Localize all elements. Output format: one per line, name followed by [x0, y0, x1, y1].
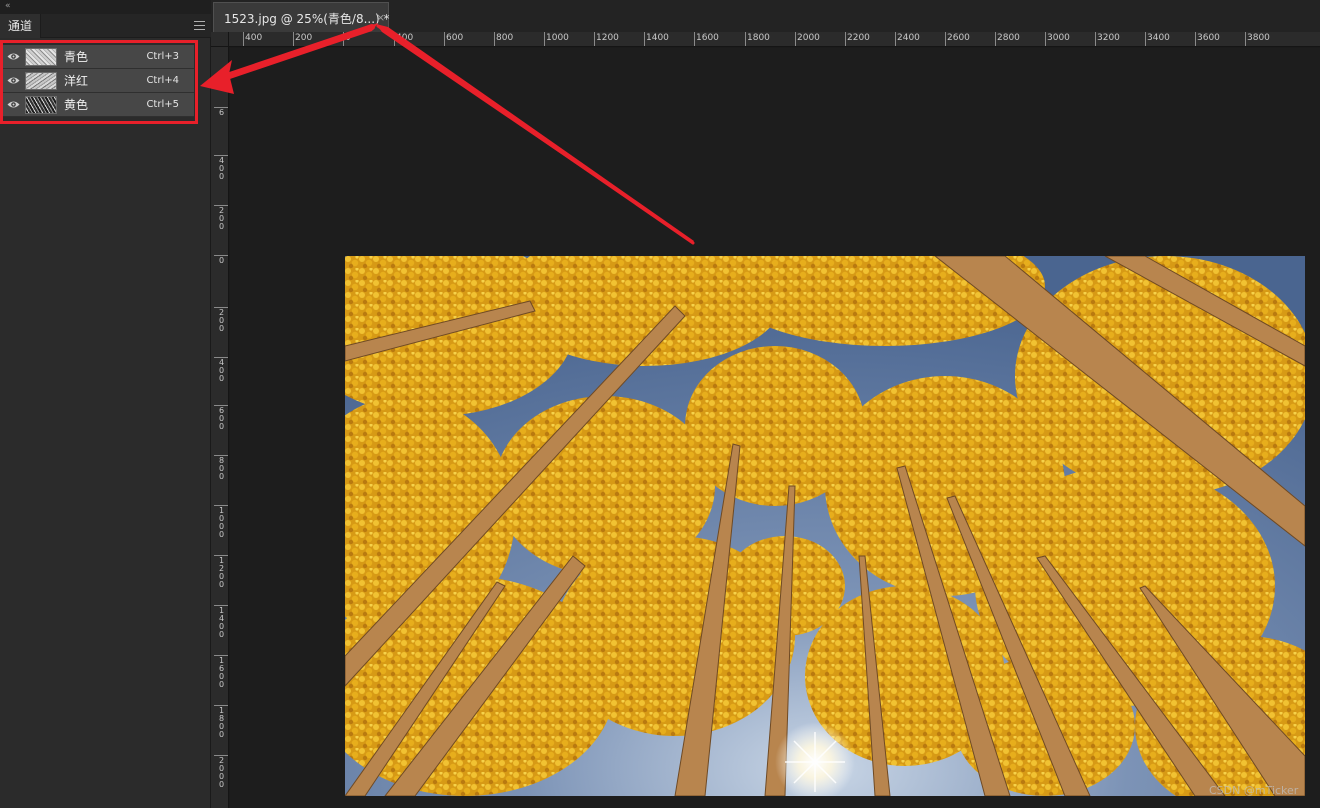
ruler-tick — [214, 555, 228, 556]
ruler-tick — [795, 32, 796, 46]
ruler-tick-label: 2600 — [947, 33, 970, 43]
ruler-tick-label: 2000 — [219, 756, 225, 789]
ruler-tick — [214, 755, 228, 756]
ruler-tick — [594, 32, 595, 46]
ruler-tick — [214, 155, 228, 156]
tab-channels[interactable]: 通道 — [0, 14, 42, 38]
document-tab[interactable]: 1523.jpg @ 25%(青色/8...) * × — [213, 2, 390, 32]
annotation-highlight-box — [0, 40, 198, 124]
ruler-tick-label: 400 — [245, 33, 263, 43]
ruler-tick-label: 1200 — [596, 33, 619, 43]
ruler-tick-label: 200 — [219, 206, 225, 231]
ruler-tick-label: 1400 — [646, 33, 669, 43]
close-icon[interactable]: × — [376, 11, 385, 24]
ruler-tick — [644, 32, 645, 46]
double-chevron-left-icon[interactable]: « — [5, 1, 11, 11]
ruler-tick-label: 3200 — [1097, 33, 1120, 43]
ruler-tick — [243, 32, 244, 46]
document-tab-bar: 1523.jpg @ 25%(青色/8...) * × — [211, 0, 1320, 32]
ruler-tick — [214, 455, 228, 456]
ruler-tick — [214, 307, 228, 308]
ruler-tick-label: 400 — [219, 358, 225, 383]
ruler-tick-label: 600 — [446, 33, 464, 43]
ruler-tick — [293, 32, 294, 46]
ruler-tick — [845, 32, 846, 46]
ruler-tick — [895, 32, 896, 46]
ruler-tick — [1045, 32, 1046, 46]
ruler-tick — [1095, 32, 1096, 46]
ruler-tick — [544, 32, 545, 46]
ruler-tick — [1195, 32, 1196, 46]
ruler-tick-label: 6 — [219, 108, 225, 117]
ruler-tick — [394, 32, 395, 46]
ruler-tick-label: 1000 — [219, 506, 225, 539]
ruler-tick — [214, 705, 228, 706]
ruler-tick — [214, 107, 228, 108]
ruler-tick-label: 1800 — [747, 33, 770, 43]
ruler-tick-label: 1200 — [219, 556, 225, 589]
ruler-tick-label: 1600 — [219, 656, 225, 689]
ruler-tick-label: 2400 — [897, 33, 920, 43]
ruler-tick-label: 1400 — [219, 606, 225, 639]
ruler-origin-corner[interactable] — [211, 32, 229, 47]
panel-topbar: « — [0, 0, 211, 14]
ruler-tick-label: 2800 — [997, 33, 1020, 43]
ruler-tick — [214, 255, 228, 256]
ruler-tick — [694, 32, 695, 46]
ruler-tick — [214, 605, 228, 606]
ruler-tick — [444, 32, 445, 46]
ruler-tick-label: 1600 — [696, 33, 719, 43]
ruler-tick-label: 800 — [496, 33, 514, 43]
ruler-tick — [214, 655, 228, 656]
ruler-tick-label: 3000 — [1047, 33, 1070, 43]
document-image[interactable] — [345, 256, 1305, 796]
ruler-tick — [214, 505, 228, 506]
ruler-tick-label: 800 — [219, 456, 225, 481]
ruler-tick-label: 200 — [295, 33, 313, 43]
ruler-tick-label: 2000 — [797, 33, 820, 43]
ruler-tick — [945, 32, 946, 46]
ruler-tick — [1245, 32, 1246, 46]
ruler-tick — [1145, 32, 1146, 46]
ruler-tick — [494, 32, 495, 46]
ruler-tick-label: 1000 — [546, 33, 569, 43]
ruler-tick-label: 3800 — [1247, 33, 1270, 43]
ruler-tick-label: 200 — [219, 308, 225, 333]
ruler-tick-label: 1800 — [219, 706, 225, 739]
ruler-tick-label: 400 — [396, 33, 414, 43]
ruler-tick-label: 2200 — [847, 33, 870, 43]
horizontal-ruler[interactable]: 400 200 0 400 600 800 1000 1200 1400 1600 1800 2000… — [211, 32, 1320, 47]
ruler-tick — [995, 32, 996, 46]
ruler-tick-label: 3600 — [1197, 33, 1220, 43]
watermark: CSDN @mTicker — [1209, 784, 1299, 797]
ruler-tick — [214, 405, 228, 406]
ruler-tick — [214, 205, 228, 206]
ruler-tick-label: 600 — [219, 406, 225, 431]
ruler-tick — [214, 357, 228, 358]
ruler-tick-label: 400 — [219, 156, 225, 181]
ruler-tick-label: 3400 — [1147, 33, 1170, 43]
ruler-tick-label: 0 — [219, 256, 225, 265]
ruler-tick-label: 0 — [345, 33, 351, 43]
hamburger-menu-icon[interactable] — [194, 21, 205, 30]
vertical-ruler[interactable]: 6 400 200 0 200 400 600 800 1000 1200 1400 1600 1800… — [211, 47, 229, 808]
panel-tab-bar: 通道 — [0, 14, 211, 38]
ruler-tick — [343, 32, 344, 46]
ruler-tick — [745, 32, 746, 46]
photoshop-window: { "panel": { "collapse_glyph": "«", "tab… — [0, 0, 1320, 808]
document-title: 1523.jpg @ 25%(青色/8...) * — [224, 12, 390, 26]
